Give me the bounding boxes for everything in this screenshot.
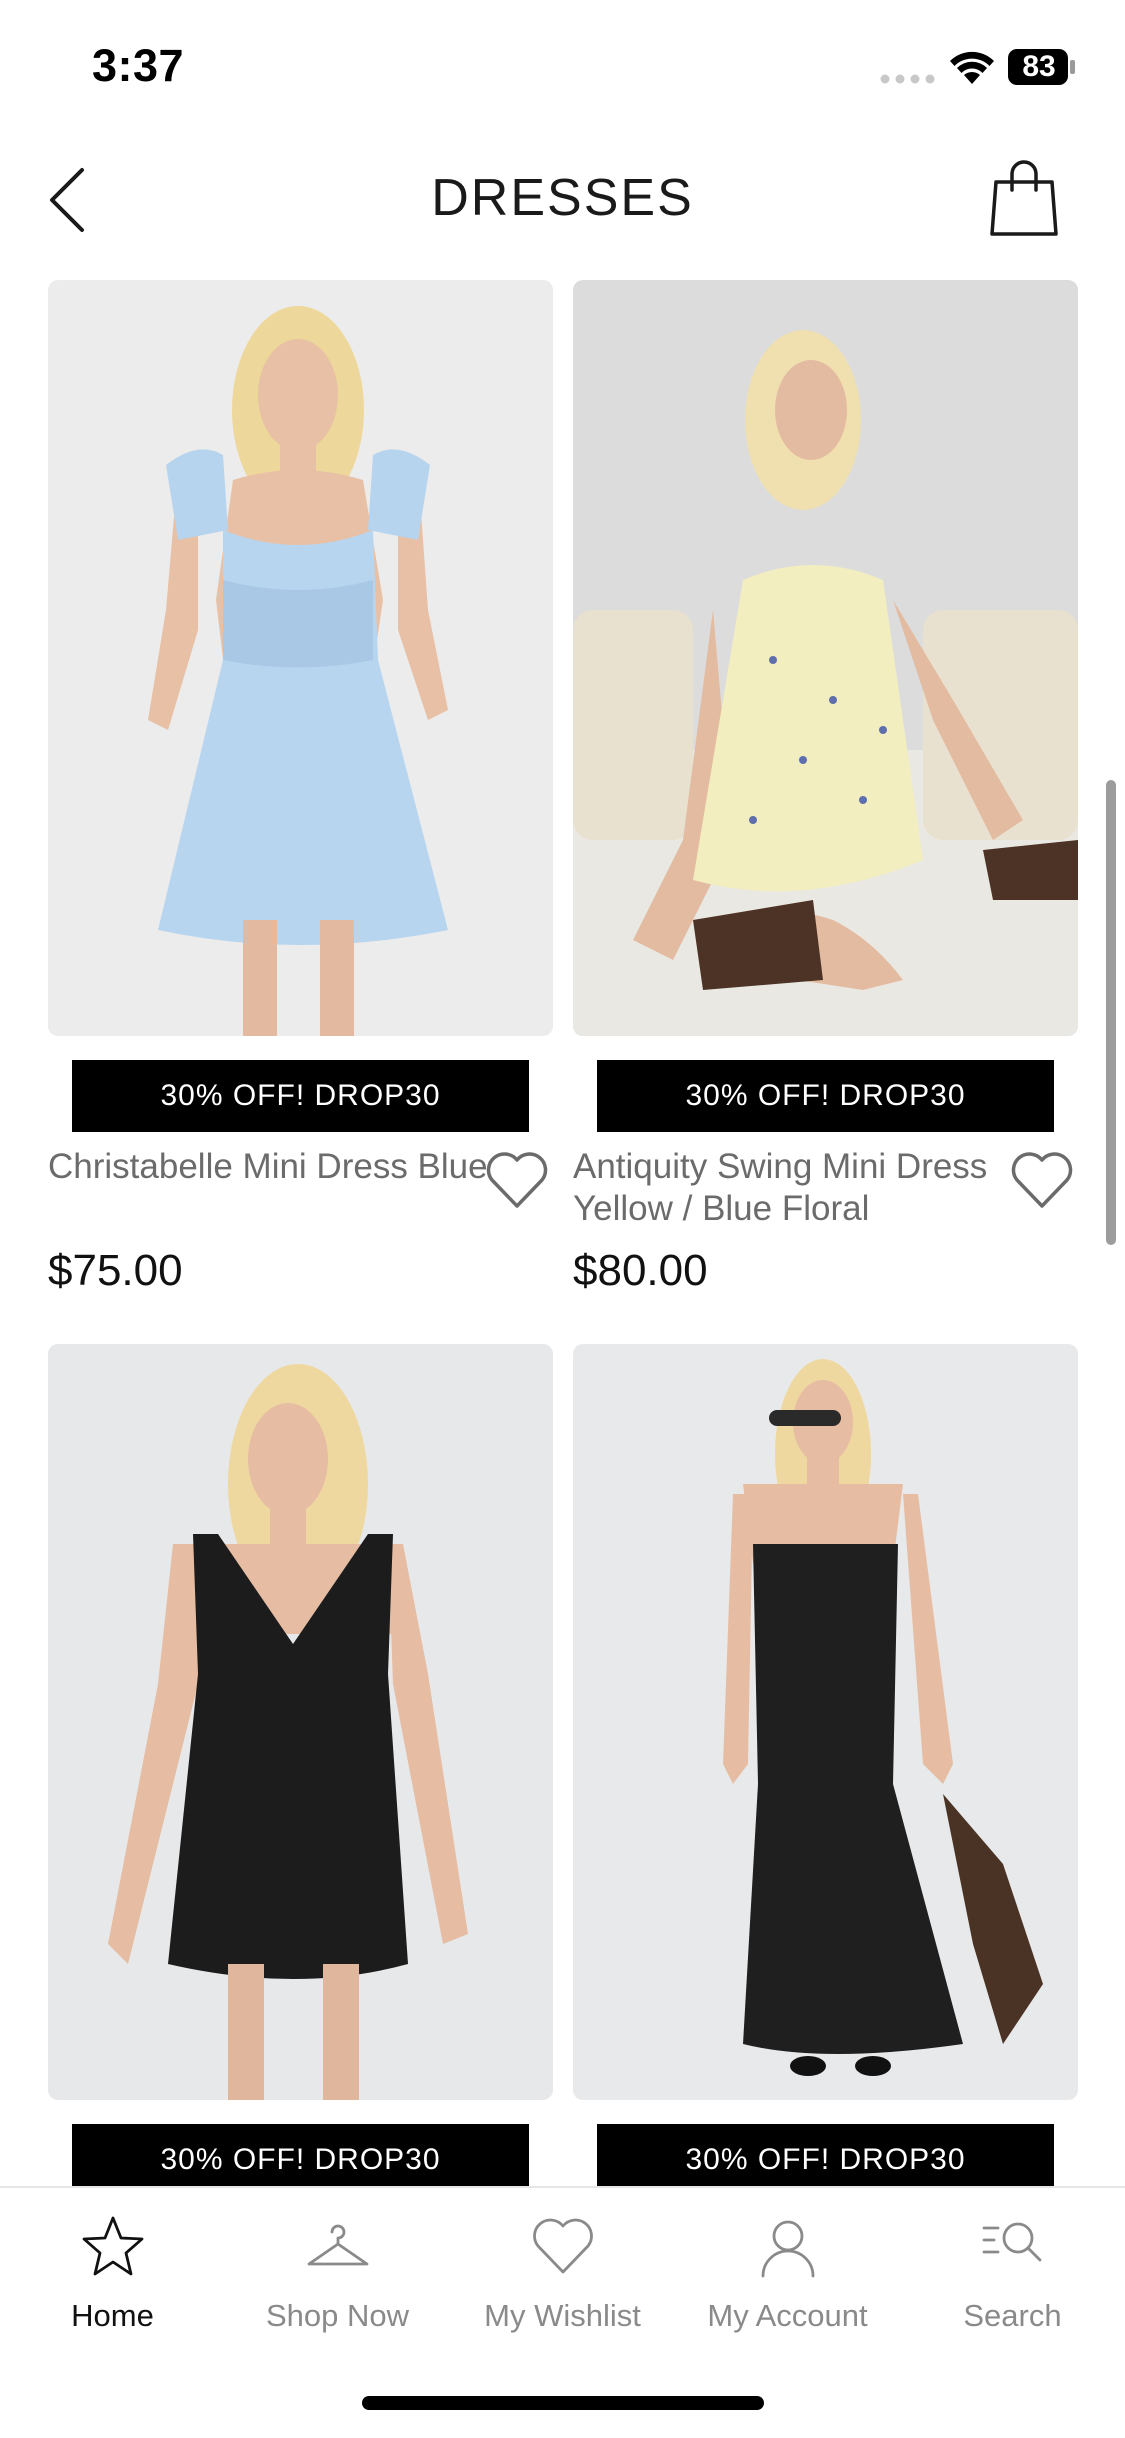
tab-search[interactable]: Search <box>900 2206 1125 2356</box>
page-title: DRESSES <box>431 169 694 227</box>
wishlist-button[interactable] <box>1009 1150 1075 1210</box>
tab-my-account[interactable]: My Account <box>675 2206 900 2356</box>
dress-photo-black-maxi <box>573 1344 1078 2100</box>
heart-icon <box>533 2218 593 2274</box>
shopping-bag-icon <box>990 160 1058 236</box>
product-price: $75.00 <box>48 1246 183 1295</box>
tab-label: Search <box>963 2298 1062 2333</box>
wishlist-button[interactable] <box>484 1150 550 1210</box>
product-card[interactable]: 30% OFF! DROP30 Christabelle Mini Dress … <box>48 280 553 1295</box>
product-image[interactable] <box>573 280 1078 1036</box>
status-bar: 3:37 83 <box>0 0 1125 130</box>
header: DRESSES <box>0 130 1125 270</box>
tab-my-wishlist[interactable]: My Wishlist <box>450 2206 675 2356</box>
user-icon <box>761 2220 815 2278</box>
tab-shop-now[interactable]: Shop Now <box>225 2206 450 2356</box>
dress-photo-black-mini <box>48 1344 553 2100</box>
product-image[interactable] <box>48 280 553 1036</box>
product-image[interactable] <box>48 1344 553 2100</box>
product-image[interactable] <box>573 1344 1078 2100</box>
wifi-icon <box>950 51 994 84</box>
tab-label: Shop Now <box>265 2298 410 2333</box>
promo-banner[interactable]: 30% OFF! DROP30 <box>72 1060 529 1132</box>
dress-photo-yellow-floral-mini <box>573 280 1078 1036</box>
product-price: $80.00 <box>573 1246 708 1295</box>
star-icon <box>82 2216 144 2276</box>
scrollbar[interactable] <box>1106 780 1116 1245</box>
tab-home[interactable]: Home <box>0 2206 225 2356</box>
home-indicator <box>362 2396 764 2410</box>
shopping-bag-button[interactable] <box>988 158 1060 238</box>
hanger-icon <box>307 2224 369 2266</box>
search-icon <box>982 2222 1042 2262</box>
product-card[interactable]: 30% OFF! DROP30 <box>573 1344 1078 2196</box>
heart-icon <box>486 1152 548 1208</box>
product-card[interactable]: 30% OFF! DROP30 <box>48 1344 553 2196</box>
product-name[interactable]: Christabelle Mini Dress Blue <box>48 1146 488 1188</box>
status-time: 3:37 <box>92 40 185 91</box>
tab-label: Home <box>71 2298 154 2333</box>
tab-label: My Wishlist <box>484 2298 641 2333</box>
cellular-signal-icon <box>880 74 935 84</box>
tab-label: My Account <box>707 2298 868 2333</box>
promo-banner[interactable]: 30% OFF! DROP30 <box>597 1060 1054 1132</box>
product-name[interactable]: Antiquity Swing Mini Dress Yellow / Blue… <box>573 1146 1033 1230</box>
dress-photo-light-blue-mini <box>48 280 553 1036</box>
product-card[interactable]: 30% OFF! DROP30 Antiquity Swing Mini Dre… <box>573 280 1078 1295</box>
battery-level: 83 <box>1022 50 1056 83</box>
heart-icon <box>1011 1152 1073 1208</box>
